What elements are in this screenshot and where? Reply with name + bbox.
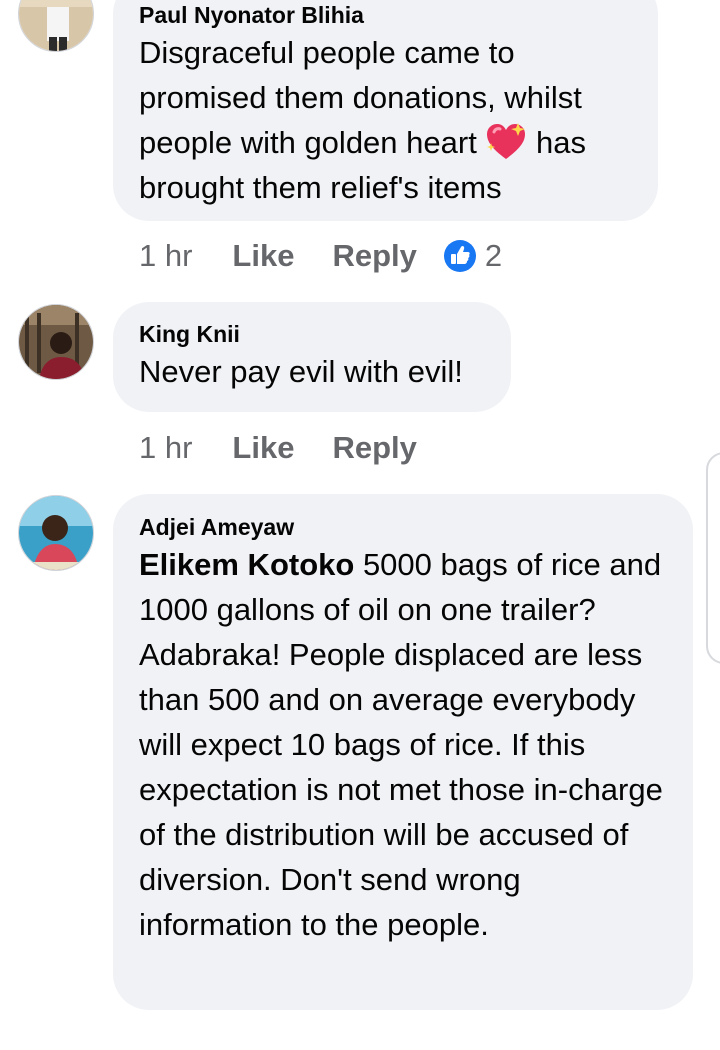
comment-actions: 1 hr Like Reply 2 xyxy=(139,236,502,276)
like-reaction-icon xyxy=(443,240,476,272)
avatar-image xyxy=(19,305,93,379)
avatar-paul[interactable] xyxy=(18,0,94,52)
reply-button[interactable]: Reply xyxy=(332,430,416,466)
avatar-king-knii[interactable] xyxy=(18,304,94,380)
reaction-count: 2 xyxy=(484,238,503,273)
side-panel-edge xyxy=(706,452,720,664)
comment-text: Disgraceful people came to promised them… xyxy=(139,35,587,205)
comment-text: Elikem Kotoko 5000 bags of rice and 1000… xyxy=(139,547,663,942)
avatar-adjei-ameyaw[interactable] xyxy=(18,495,94,571)
comment-bubble-adjei-ameyaw: Adjei Ameyaw Elikem Kotoko 5000 bags of … xyxy=(113,494,693,1010)
comment-actions: 1 hr Like Reply xyxy=(139,428,443,468)
avatar-image xyxy=(19,496,93,570)
avatar-image xyxy=(19,0,93,51)
comment-bubble-king-knii: King Knii Never pay evil with evil! xyxy=(113,302,511,412)
next-comment-actions-partial xyxy=(139,1020,579,1050)
sparkling-heart-icon xyxy=(487,123,526,159)
comment-text: Never pay evil with evil! xyxy=(139,354,463,389)
mention-link[interactable]: Elikem Kotoko xyxy=(139,547,354,582)
like-button[interactable]: Like xyxy=(232,430,294,466)
comment-author[interactable]: King Knii xyxy=(139,319,485,349)
comment-time[interactable]: 1 hr xyxy=(139,430,192,466)
comment-author[interactable]: Adjei Ameyaw xyxy=(139,512,673,542)
comment-bubble-paul: Paul Nyonator Blihia Disgraceful people … xyxy=(113,0,658,221)
comment-time[interactable]: 1 hr xyxy=(139,238,192,274)
comment-author[interactable]: Paul Nyonator Blihia xyxy=(139,0,632,30)
reply-button[interactable]: Reply xyxy=(332,238,416,274)
like-button[interactable]: Like xyxy=(232,238,294,274)
reaction-summary[interactable]: 2 xyxy=(443,238,502,274)
